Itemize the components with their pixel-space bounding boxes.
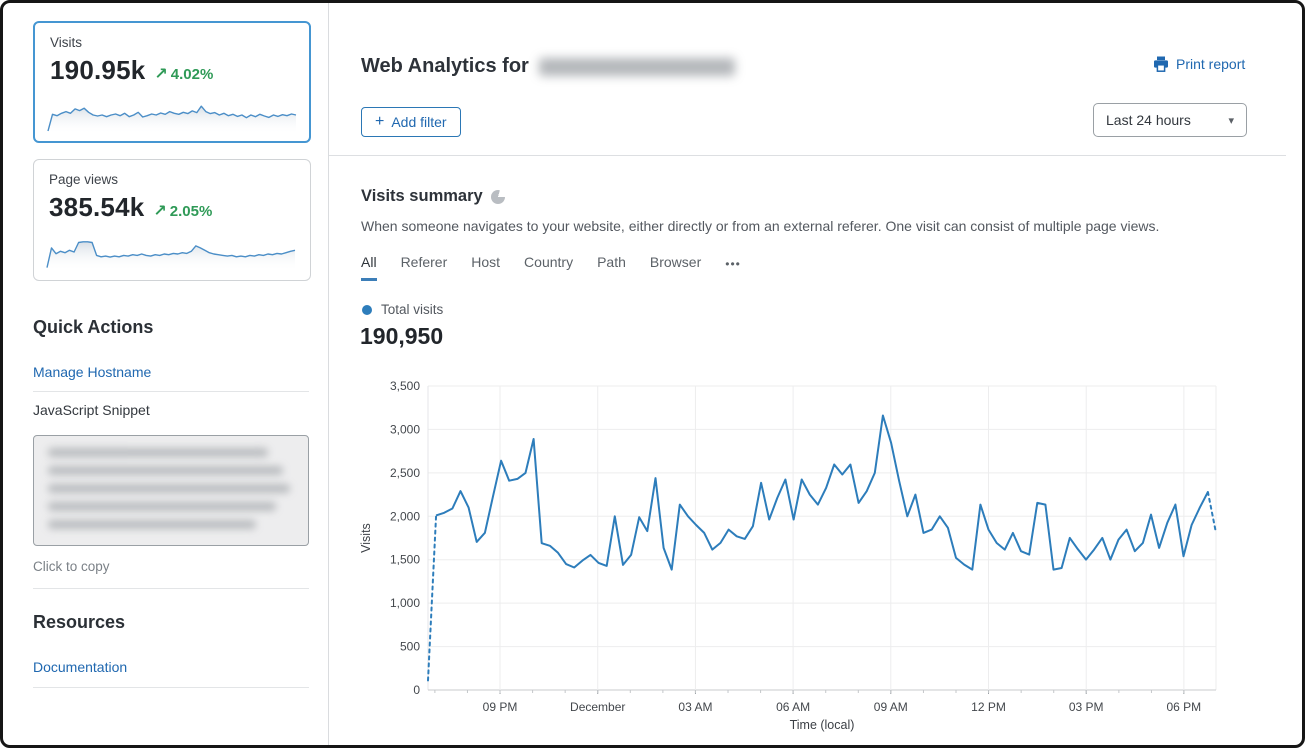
print-report-label: Print report xyxy=(1176,56,1245,72)
tab-country[interactable]: Country xyxy=(524,254,573,281)
divider xyxy=(33,687,309,688)
svg-text:09 AM: 09 AM xyxy=(874,700,908,714)
app-window: Visits 190.95k ↗4.02% Page views 385.54k… xyxy=(0,0,1305,748)
visits-sparkline xyxy=(47,93,297,135)
time-range-value: Last 24 hours xyxy=(1106,112,1191,128)
svg-text:3,500: 3,500 xyxy=(390,379,420,393)
pie-chart-icon xyxy=(491,190,505,204)
trend-percent: 2.05% xyxy=(170,203,213,220)
trend-badge: ↗4.02% xyxy=(154,64,213,84)
svg-text:12 PM: 12 PM xyxy=(971,700,1006,714)
documentation-link[interactable]: Documentation xyxy=(33,659,127,675)
svg-text:2,000: 2,000 xyxy=(390,509,420,523)
svg-text:03 AM: 03 AM xyxy=(678,700,712,714)
divider xyxy=(33,391,309,392)
tab-host[interactable]: Host xyxy=(471,254,500,281)
javascript-snippet-label: JavaScript Snippet xyxy=(33,402,150,418)
divider xyxy=(33,588,309,589)
click-to-copy-hint: Click to copy xyxy=(33,559,110,574)
svg-text:500: 500 xyxy=(400,640,420,654)
tab-referer[interactable]: Referer xyxy=(401,254,448,281)
resources-title: Resources xyxy=(33,612,125,633)
tab-path[interactable]: Path xyxy=(597,254,626,281)
svg-text:Time (local): Time (local) xyxy=(790,718,855,732)
chart-legend: Total visits xyxy=(362,302,443,317)
svg-text:2,500: 2,500 xyxy=(390,466,420,480)
quick-actions-title: Quick Actions xyxy=(33,317,153,338)
total-visits-value: 190,950 xyxy=(360,323,443,350)
stat-card-value: 190.95k xyxy=(50,55,145,86)
legend-label: Total visits xyxy=(381,302,443,317)
visits-summary-description: When someone navigates to your website, … xyxy=(361,218,1159,234)
stat-card-page-views[interactable]: Page views 385.54k ↗2.05% xyxy=(33,159,311,281)
svg-text:06 AM: 06 AM xyxy=(776,700,810,714)
page-views-sparkline xyxy=(46,230,296,272)
visits-summary-title-text: Visits summary xyxy=(361,187,483,206)
time-range-select[interactable]: Last 24 hours ▾ xyxy=(1093,103,1247,137)
legend-dot-icon xyxy=(362,305,372,315)
visits-summary-title: Visits summary xyxy=(361,187,505,206)
page-title-text: Web Analytics for xyxy=(361,55,529,78)
svg-text:03 PM: 03 PM xyxy=(1069,700,1104,714)
trend-percent: 4.02% xyxy=(171,66,214,83)
svg-text:06 PM: 06 PM xyxy=(1167,700,1202,714)
sidebar-main-divider xyxy=(328,3,329,748)
page-title: Web Analytics for xyxy=(361,55,735,78)
site-domain-redacted xyxy=(539,58,735,76)
tab-browser[interactable]: Browser xyxy=(650,254,701,281)
header-divider xyxy=(329,155,1286,156)
printer-icon xyxy=(1153,56,1169,72)
svg-text:1,000: 1,000 xyxy=(390,596,420,610)
stat-card-visits[interactable]: Visits 190.95k ↗4.02% xyxy=(33,21,311,143)
trend-badge: ↗2.05% xyxy=(153,201,212,221)
manage-hostname-link[interactable]: Manage Hostname xyxy=(33,364,151,380)
plus-icon: + xyxy=(375,114,384,130)
add-filter-label: Add filter xyxy=(391,114,446,130)
chevron-down-icon: ▾ xyxy=(1228,114,1234,127)
visits-line-chart: 3,500 3,000 2,500 2,000 1,500 1,000 500 0 09 PM D… xyxy=(355,375,1260,745)
stat-card-value: 385.54k xyxy=(49,192,144,223)
stat-card-label: Visits xyxy=(50,35,82,50)
svg-text:09 PM: 09 PM xyxy=(483,700,518,714)
trend-up-icon: ↗ xyxy=(154,66,167,83)
svg-text:3,000: 3,000 xyxy=(390,422,420,436)
tab-all[interactable]: All xyxy=(361,254,377,281)
print-report-button[interactable]: Print report xyxy=(1153,56,1245,72)
snippet-code-block-redacted[interactable] xyxy=(33,435,309,546)
add-filter-button[interactable]: + Add filter xyxy=(361,107,461,137)
trend-up-icon: ↗ xyxy=(153,203,166,220)
svg-text:1,500: 1,500 xyxy=(390,553,420,567)
stat-card-label: Page views xyxy=(49,172,118,187)
summary-tabs: All Referer Host Country Path Browser ••… xyxy=(361,254,741,281)
tabs-more-button[interactable]: ••• xyxy=(725,254,741,281)
svg-text:December: December xyxy=(570,700,625,714)
svg-text:0: 0 xyxy=(413,683,420,697)
svg-text:Visits: Visits xyxy=(359,523,373,553)
